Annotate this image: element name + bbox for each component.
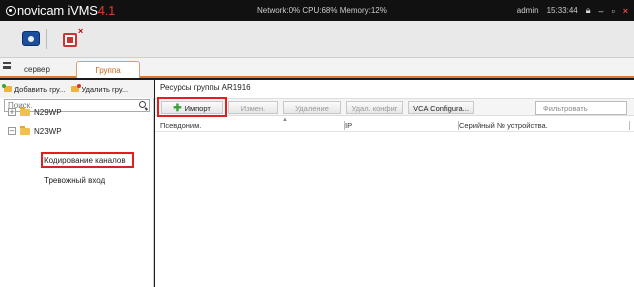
delete-button[interactable]: Удаление (283, 101, 341, 114)
tree-node-label: N29WP (34, 107, 62, 117)
search-icon[interactable] (139, 101, 146, 108)
lock-icon[interactable]: 🔒︎ (586, 5, 591, 16)
app-version: 4.1 (97, 3, 116, 18)
group-actions: Добавить гру... Удалить гру... (0, 80, 154, 98)
highlight-box (157, 97, 227, 117)
minimize-button[interactable]: – (599, 6, 604, 16)
title-bar: novicam iVMS4.1 Network:0% CPU:68% Memor… (0, 0, 634, 21)
network-status: Network:0% (257, 6, 301, 15)
title-right: admin 15:33:44 🔒︎ – ▫ × (517, 5, 628, 16)
vca-config-button[interactable]: VCA Configura... (408, 101, 474, 114)
tab-group[interactable]: Группа (76, 61, 140, 78)
add-group-label: Добавить гру... (14, 84, 66, 94)
main-toolbar: × (0, 21, 634, 58)
delete-group-button[interactable]: Удалить гру... (71, 84, 129, 94)
folder-icon (20, 106, 30, 116)
tab-bar: сервер Группа (0, 58, 634, 78)
filter-placeholder: Фильтровать (543, 104, 588, 113)
menu-icon[interactable] (3, 62, 11, 69)
current-user: admin (516, 6, 539, 15)
app-logo: novicam iVMS4.1 (6, 3, 115, 18)
expand-icon[interactable]: + (8, 108, 16, 116)
column-serial[interactable]: Серийный № устройства. (459, 121, 548, 130)
edit-button[interactable]: Измен. (228, 101, 278, 114)
tree-node-n29wp[interactable]: + N29WP (8, 106, 62, 118)
column-divider[interactable] (629, 121, 630, 130)
maximize-button[interactable]: ▫ (612, 6, 615, 16)
filter-input[interactable]: Фильтровать (535, 101, 627, 115)
cpu-status: CPU:68% (302, 6, 338, 15)
system-status: Network:0% CPU:68% Memory:12% (257, 6, 387, 15)
memory-status: Memory:12% (339, 6, 387, 15)
tree-item-alarm-input[interactable]: Тревожный вход (44, 176, 105, 185)
column-alias[interactable]: Псевдоним. (160, 121, 201, 130)
panel-title: Ресурсы группы AR1916 (160, 83, 251, 92)
close-tab-icon[interactable]: × (78, 26, 83, 36)
app-product: iVMS (67, 3, 98, 18)
collapse-icon[interactable]: − (8, 127, 16, 135)
add-group-button[interactable]: Добавить гру... (2, 84, 66, 94)
add-folder-icon (2, 84, 12, 92)
highlight-box (41, 152, 134, 168)
device-management-icon (63, 33, 77, 47)
tree-node-label: N23WP (34, 126, 62, 136)
delete-folder-icon (71, 84, 82, 92)
main-view-icon (22, 31, 40, 46)
clock: 15:33:44 (546, 6, 578, 15)
tree-node-n23wp[interactable]: − N23WP (8, 125, 62, 137)
tab-server[interactable]: сервер (18, 61, 56, 78)
sort-caret-icon: ▲ (282, 117, 288, 123)
close-button[interactable]: × (623, 6, 628, 16)
toolbar-divider (46, 29, 47, 49)
folder-icon (20, 125, 30, 135)
group-resources-panel: Ресурсы группы AR1916 ✚ Импорт Измен. Уда… (155, 80, 634, 287)
delete-group-label: Удалить гру... (81, 84, 129, 94)
app-brand: novicam (17, 3, 65, 18)
delete-config-button[interactable]: Удал. конфиг (346, 101, 403, 114)
main-view-button[interactable] (20, 28, 44, 50)
table-header: Псевдоним. ▲ IP Серийный № устройства. (155, 117, 634, 132)
device-management-button[interactable]: × (60, 26, 84, 50)
column-ip[interactable]: IP (345, 121, 352, 130)
logo-ring-icon (6, 6, 16, 16)
